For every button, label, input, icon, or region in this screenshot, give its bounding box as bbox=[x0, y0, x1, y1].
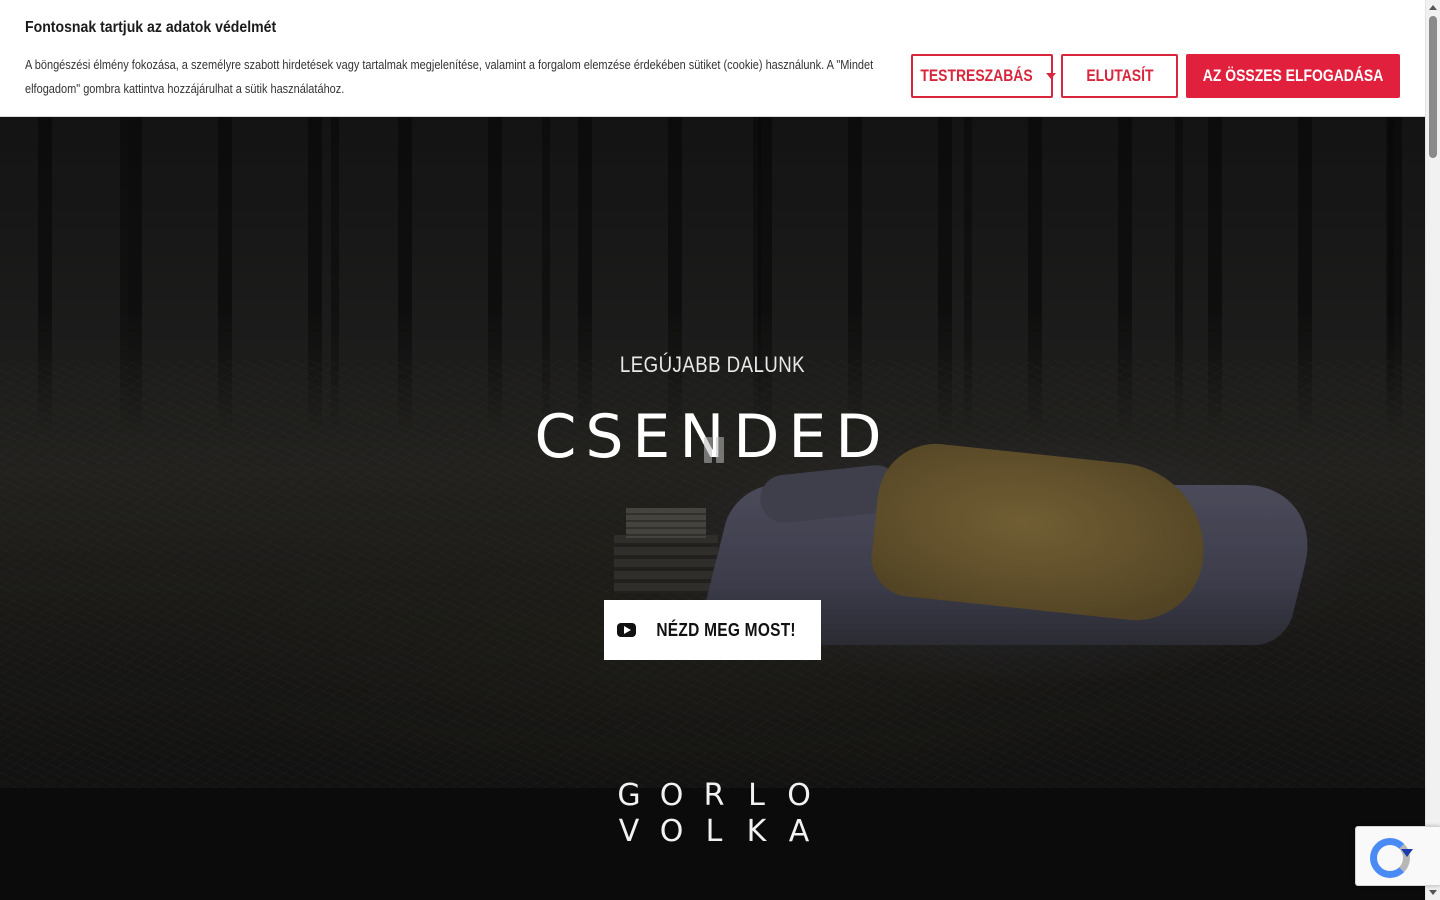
logo-letter: L bbox=[748, 778, 765, 813]
logo-letter: V bbox=[618, 814, 640, 849]
accept-all-label: AZ ÖSSZES ELFOGADÁSA bbox=[1202, 66, 1384, 85]
cookie-banner-text: A böngészési élmény fokozása, a személyr… bbox=[25, 58, 874, 96]
youtube-play-icon bbox=[617, 623, 637, 637]
gorlo-volka-logo[interactable]: G O R L O V O L K A bbox=[612, 778, 816, 850]
cookie-banner: Fontosnak tartjuk az adatok védelmét A b… bbox=[0, 0, 1425, 117]
logo-line-2: V O L K A bbox=[612, 814, 816, 850]
scrollbar-thumb[interactable] bbox=[1429, 16, 1437, 158]
recaptcha-badge[interactable] bbox=[1355, 826, 1440, 886]
cookie-banner-title: Fontosnak tartjuk az adatok védelmét bbox=[25, 19, 277, 36]
logo-letter: R bbox=[703, 778, 725, 813]
logo-letter: O bbox=[659, 814, 684, 849]
page-scrollbar[interactable] bbox=[1425, 0, 1440, 900]
logo-letter: A bbox=[788, 814, 810, 849]
reject-label: ELUTASÍT bbox=[1085, 66, 1154, 85]
watch-now-label: NÉZD MEG MOST! bbox=[656, 619, 797, 640]
hero-video[interactable]: LEGÚJABB DALUNK CSENDED NÉZD MEG MOST! bbox=[0, 0, 1425, 788]
accept-all-button[interactable]: AZ ÖSSZES ELFOGADÁSA bbox=[1186, 54, 1400, 98]
pause-icon[interactable] bbox=[704, 437, 724, 463]
customize-button[interactable]: TESTRESZABÁS bbox=[911, 54, 1057, 98]
watch-now-button[interactable]: NÉZD MEG MOST! bbox=[604, 600, 821, 660]
logo-letter: G bbox=[617, 778, 641, 813]
reject-button[interactable]: ELUTASÍT bbox=[1061, 54, 1178, 98]
logo-line-1: G O R L O bbox=[612, 778, 816, 814]
hero-kicker: LEGÚJABB DALUNK bbox=[619, 352, 806, 377]
logo-letter: L bbox=[705, 814, 723, 849]
hero-overlay bbox=[0, 0, 1425, 788]
customize-label: TESTRESZABÁS bbox=[919, 66, 1033, 85]
logo-letter: K bbox=[746, 814, 767, 849]
scroll-up-arrow-icon[interactable] bbox=[1429, 5, 1437, 10]
logo-letter: O bbox=[787, 778, 811, 813]
caret-down-icon bbox=[1046, 73, 1057, 79]
scroll-down-arrow-icon[interactable] bbox=[1429, 890, 1437, 895]
recaptcha-icon bbox=[1370, 838, 1413, 878]
logo-letter: O bbox=[659, 778, 684, 813]
